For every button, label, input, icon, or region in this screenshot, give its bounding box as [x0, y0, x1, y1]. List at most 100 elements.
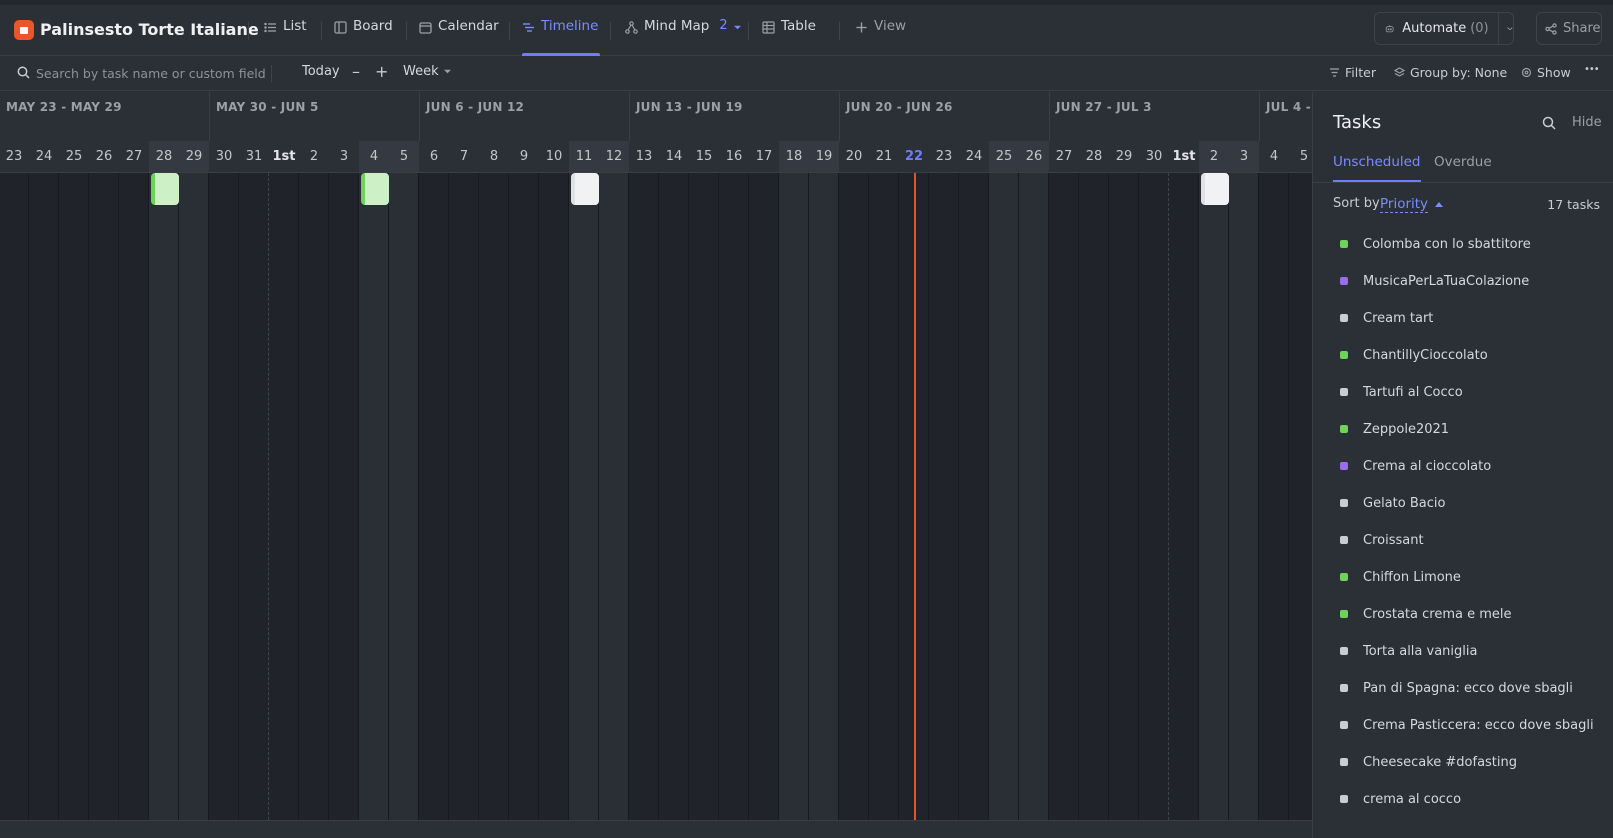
task-list-item[interactable]: Crema al cioccolato	[1340, 456, 1491, 476]
search-input[interactable]	[36, 64, 266, 82]
task-bar[interactable]	[571, 173, 599, 205]
day-column[interactable]	[119, 173, 149, 820]
chevron-down-icon[interactable]	[1507, 27, 1513, 31]
mind-map-count-badge[interactable]: 2	[719, 18, 727, 33]
group-by-button[interactable]: Group by: None	[1394, 65, 1507, 80]
day-column[interactable]	[149, 173, 179, 820]
task-list-item[interactable]: Gelato Bacio	[1340, 493, 1445, 513]
task-list-item[interactable]: Crostata crema e mele	[1340, 604, 1512, 624]
day-column[interactable]	[869, 173, 899, 820]
day-column[interactable]	[1259, 173, 1289, 820]
share-button[interactable]: Share	[1536, 12, 1602, 45]
task-list-item[interactable]: Zeppole2021	[1340, 419, 1449, 439]
day-column[interactable]	[89, 173, 119, 820]
day-column[interactable]	[779, 173, 809, 820]
task-list-item[interactable]: Croissant	[1340, 530, 1424, 550]
sort-ascending-icon[interactable]	[1435, 202, 1443, 207]
day-column[interactable]	[659, 173, 689, 820]
automate-button[interactable]: Automate (0)	[1374, 12, 1514, 45]
day-column[interactable]	[569, 173, 599, 820]
more-options-button[interactable]: •••	[1584, 64, 1600, 75]
sort-priority-dropdown[interactable]: Priority	[1380, 196, 1429, 213]
task-name: Croissant	[1363, 532, 1424, 548]
chevron-down-icon	[733, 25, 741, 30]
add-view-button[interactable]: View	[855, 18, 906, 56]
status-dot-icon	[1340, 647, 1348, 655]
day-column[interactable]	[1289, 173, 1312, 820]
day-column[interactable]	[0, 173, 29, 820]
scale-dropdown[interactable]: Week	[403, 64, 451, 79]
day-column[interactable]	[209, 173, 239, 820]
day-column[interactable]	[239, 173, 269, 820]
task-list-item[interactable]: Tartufi al Cocco	[1340, 382, 1463, 402]
divider	[610, 22, 611, 40]
day-column[interactable]	[1019, 173, 1049, 820]
task-list-item[interactable]: ChantillyCioccolato	[1340, 345, 1488, 365]
day-column[interactable]	[299, 173, 329, 820]
day-column[interactable]	[509, 173, 539, 820]
task-list-item[interactable]: Chiffon Limone	[1340, 567, 1461, 587]
task-list-item[interactable]: Cheesecake #dofasting	[1340, 752, 1517, 772]
day-column[interactable]	[329, 173, 359, 820]
day-column[interactable]	[389, 173, 419, 820]
day-label: 18	[779, 141, 809, 172]
tab-calendar[interactable]: Calendar	[419, 18, 499, 56]
day-column[interactable]	[59, 173, 89, 820]
task-bar[interactable]	[361, 173, 389, 205]
tab-list[interactable]: List	[264, 18, 307, 56]
task-list-item[interactable]: Colomba con lo sbattitore	[1340, 234, 1531, 254]
day-column[interactable]	[29, 173, 59, 820]
day-column[interactable]	[449, 173, 479, 820]
day-column[interactable]	[419, 173, 449, 820]
day-column[interactable]	[689, 173, 719, 820]
day-column[interactable]	[599, 173, 629, 820]
search-icon[interactable]	[1542, 116, 1556, 130]
task-bar[interactable]	[1201, 173, 1229, 205]
day-column[interactable]	[359, 173, 389, 820]
zoom-out-button[interactable]: –	[352, 64, 360, 80]
day-column[interactable]	[1169, 173, 1199, 820]
week-label: JUL 4 -	[1266, 100, 1311, 114]
day-column[interactable]	[1049, 173, 1079, 820]
day-column[interactable]	[1139, 173, 1169, 820]
today-button[interactable]: Today	[302, 64, 340, 79]
tab-table[interactable]: Table	[762, 18, 816, 56]
day-column[interactable]	[1199, 173, 1229, 820]
task-list-item[interactable]: crema al cocco	[1340, 789, 1461, 809]
day-column[interactable]	[959, 173, 989, 820]
tab-unscheduled[interactable]: Unscheduled	[1333, 154, 1421, 182]
day-column[interactable]	[929, 173, 959, 820]
show-button[interactable]: Show	[1521, 65, 1571, 80]
tab-board[interactable]: Board	[334, 18, 393, 56]
eye-icon	[1521, 67, 1532, 78]
day-column[interactable]	[1229, 173, 1259, 820]
task-list-item[interactable]: Cream tart	[1340, 308, 1433, 328]
horizontal-scrollbar[interactable]	[0, 820, 1312, 838]
filter-button[interactable]: Filter	[1329, 65, 1376, 80]
day-column[interactable]	[1109, 173, 1139, 820]
day-column[interactable]	[479, 173, 509, 820]
tab-mind-map[interactable]: Mind Map 2	[625, 18, 741, 56]
unscheduled-tasks-panel: Tasks Hide Unscheduled Overdue Sort by P…	[1312, 92, 1613, 838]
task-bar[interactable]	[151, 173, 179, 205]
day-column[interactable]	[839, 173, 869, 820]
day-column[interactable]	[1079, 173, 1109, 820]
day-column[interactable]	[719, 173, 749, 820]
day-column[interactable]	[269, 173, 299, 820]
day-column[interactable]	[989, 173, 1019, 820]
task-list-item[interactable]: MusicaPerLaTuaColazione	[1340, 271, 1529, 291]
hide-panel-button[interactable]: Hide	[1572, 115, 1602, 130]
day-column[interactable]	[179, 173, 209, 820]
task-list-item[interactable]: Pan di Spagna: ecco dove sbagli	[1340, 678, 1573, 698]
day-column[interactable]	[749, 173, 779, 820]
day-column[interactable]	[629, 173, 659, 820]
zoom-in-button[interactable]: +	[375, 64, 388, 80]
day-column[interactable]	[809, 173, 839, 820]
day-column[interactable]	[539, 173, 569, 820]
timeline-grid[interactable]	[0, 173, 1312, 820]
tab-overdue[interactable]: Overdue	[1434, 154, 1492, 182]
tab-timeline[interactable]: Timeline	[522, 18, 601, 56]
task-list-item[interactable]: Crema Pasticcera: ecco dove sbagli	[1340, 715, 1594, 735]
day-label: 12	[599, 141, 629, 172]
task-list-item[interactable]: Torta alla vaniglia	[1340, 641, 1477, 661]
